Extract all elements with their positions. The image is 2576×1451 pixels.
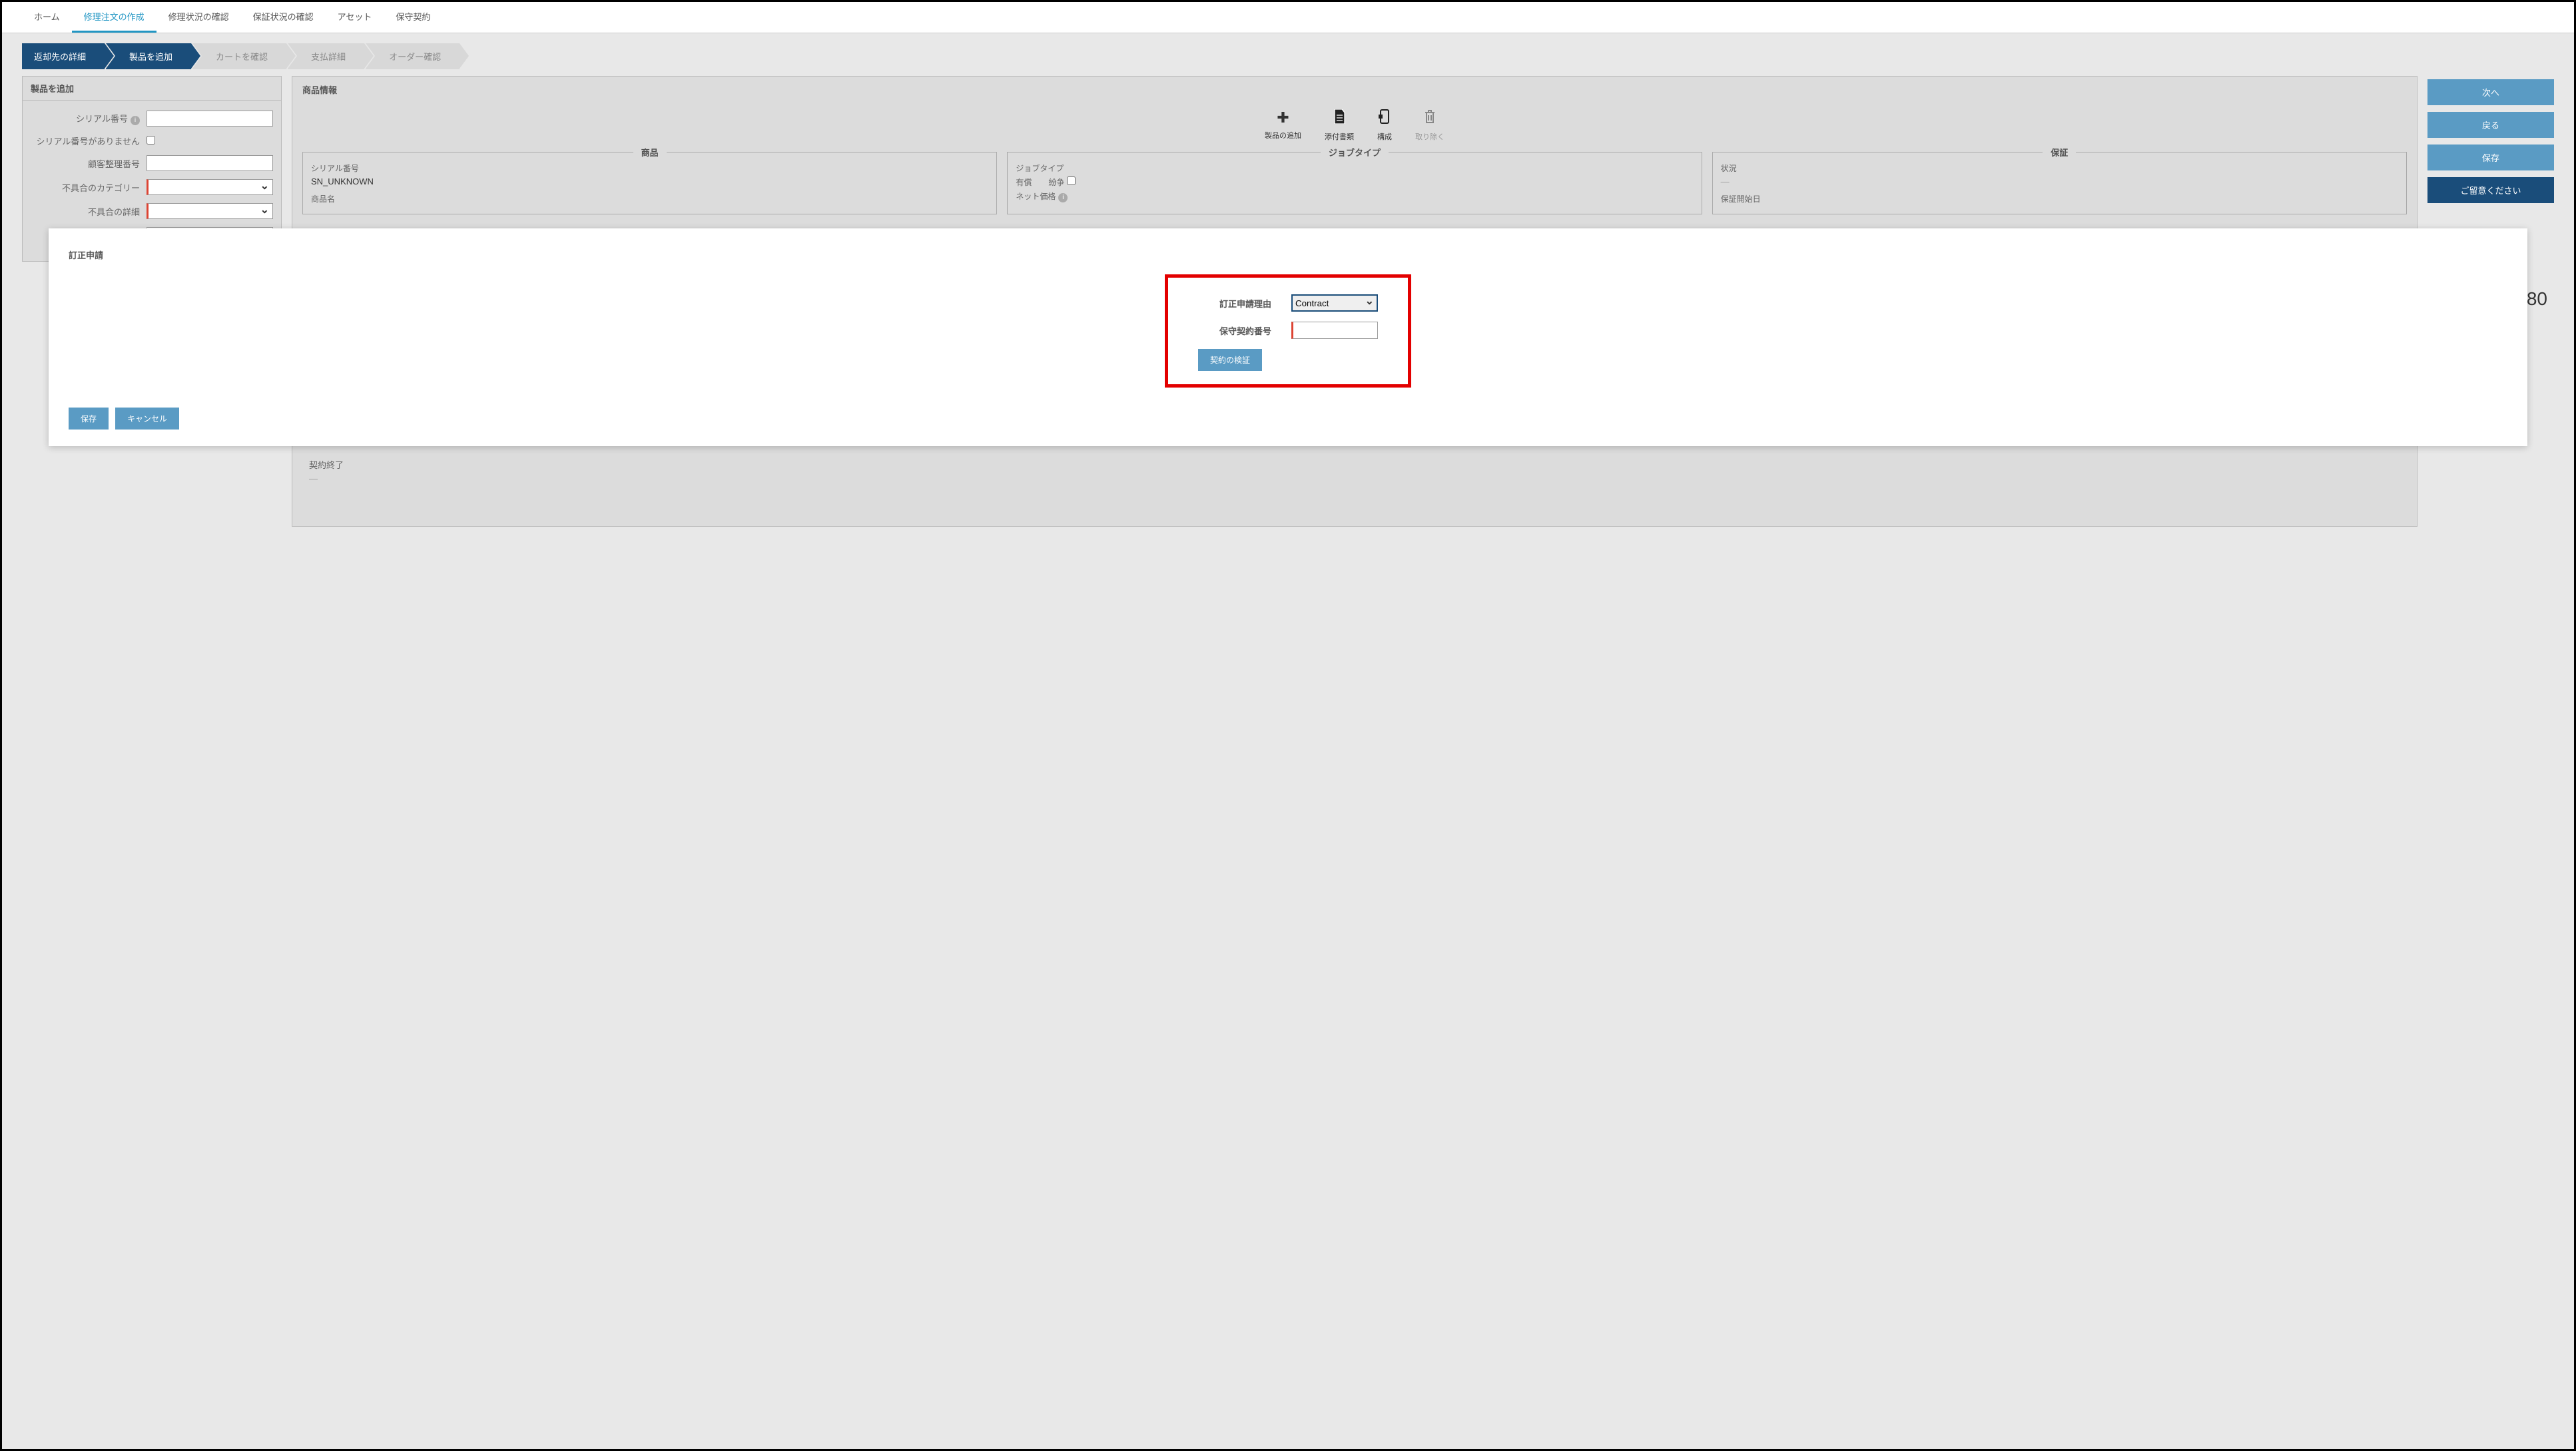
back-button[interactable]: 戻る: [2427, 112, 2554, 138]
warranty-status-label: 状況: [1721, 162, 2398, 174]
toolbar: ✚ 製品の追加 添付書類 構成: [292, 103, 2417, 152]
tool-remove[interactable]: 取り除く: [1415, 109, 1445, 142]
tool-add-product[interactable]: ✚ 製品の追加: [1265, 109, 1301, 142]
step-order-confirm: オーダー確認: [366, 43, 460, 69]
customer-ref-label: 顧客整理番号: [31, 157, 147, 170]
defect-detail-select[interactable]: [147, 203, 273, 219]
warranty-fieldset: 保証 状況 — 保証開始日: [1712, 152, 2407, 214]
warranty-legend: 保証: [2043, 146, 2076, 158]
reason-select[interactable]: Contract: [1291, 294, 1378, 312]
trash-icon: [1423, 109, 1437, 128]
customer-ref-input[interactable]: [147, 155, 273, 171]
serial-value: SN_UNKNOWN: [311, 176, 988, 186]
no-serial-label: シリアル番号がありません: [31, 135, 147, 147]
jobtype-legend: ジョブタイプ: [1321, 146, 1389, 158]
tab-maintenance-contract[interactable]: 保守契約: [384, 2, 442, 33]
verify-contract-button[interactable]: 契約の検証: [1198, 349, 1262, 371]
reason-label: 訂正申請理由: [1198, 297, 1271, 310]
tool-attachment[interactable]: 添付書類: [1325, 109, 1354, 142]
warranty-status-value: —: [1721, 176, 2398, 186]
defect-detail-label: 不具合の詳細: [31, 205, 147, 218]
info-icon[interactable]: i: [131, 116, 140, 125]
warranty-start-label: 保証開始日: [1721, 193, 2398, 204]
modal-title: 訂正申請: [69, 248, 2507, 261]
no-serial-checkbox[interactable]: [147, 136, 155, 145]
product-legend: 商品: [633, 146, 667, 158]
modal-save-button[interactable]: 保存: [69, 408, 109, 430]
jobtype-fieldset: ジョブタイプ ジョブタイプ 有償 紛争 ネット価格i: [1007, 152, 1702, 214]
plus-icon: ✚: [1277, 109, 1289, 127]
left-panel-title: 製品を追加: [23, 77, 281, 101]
contract-end-label: 契約終了: [309, 458, 988, 471]
modal-cancel-button[interactable]: キャンセル: [115, 408, 179, 430]
tab-home[interactable]: ホーム: [22, 2, 72, 33]
step-add-product[interactable]: 製品を追加: [106, 43, 191, 69]
jobtype-label: ジョブタイプ: [1016, 162, 1693, 174]
info-icon[interactable]: i: [1058, 193, 1068, 202]
config-icon: [1378, 109, 1391, 128]
tab-create-repair[interactable]: 修理注文の作成: [72, 2, 157, 33]
defect-cat-label: 不具合のカテゴリー: [31, 181, 147, 194]
netprice-label: ネット価格: [1016, 192, 1056, 201]
wizard-stepper: 返却先の詳細 製品を追加 カートを確認 支払詳細 オーダー確認: [22, 43, 2554, 69]
document-icon: [1333, 109, 1346, 128]
tab-repair-status[interactable]: 修理状況の確認: [157, 2, 241, 33]
right-panel: 次へ 戻る 保存 ご留意ください: [2427, 76, 2554, 203]
modal-highlighted-form: 訂正申請理由 Contract 保守契約番号 契約の検証: [1165, 274, 1411, 388]
nav-tabs: ホーム 修理注文の作成 修理状況の確認 保証状況の確認 アセット 保守契約: [2, 2, 2574, 33]
step-cart-confirm: カートを確認: [192, 43, 286, 69]
contract-input[interactable]: [1291, 322, 1378, 339]
serial-input[interactable]: [147, 111, 273, 127]
paid-label: 有償: [1016, 176, 1032, 188]
serial-label-main: シリアル番号: [311, 162, 988, 174]
product-fieldset: 商品 シリアル番号 SN_UNKNOWN 商品名: [302, 152, 997, 214]
dispute-checkbox[interactable]: [1067, 176, 1076, 185]
main-panel-title: 商品情報: [292, 77, 2417, 103]
notice-button[interactable]: ご留意ください: [2427, 177, 2554, 203]
dispute-label: 紛争: [1048, 178, 1064, 187]
page-number: 80: [2527, 288, 2547, 310]
step-return-detail[interactable]: 返却先の詳細: [22, 43, 105, 69]
product-name-label: 商品名: [311, 193, 988, 204]
tool-config[interactable]: 構成: [1377, 109, 1392, 142]
tab-asset[interactable]: アセット: [326, 2, 384, 33]
tab-warranty-status[interactable]: 保証状況の確認: [241, 2, 326, 33]
step-payment-detail: 支払詳細: [288, 43, 364, 69]
serial-label: シリアル番号i: [31, 112, 147, 125]
contract-label: 保守契約番号: [1198, 324, 1271, 337]
contract-end-value: —: [309, 473, 988, 483]
correction-modal: 訂正申請 訂正申請理由 Contract 保守契約番号 契約の検証 保存 キャン…: [49, 228, 2527, 446]
next-button[interactable]: 次へ: [2427, 79, 2554, 105]
save-button[interactable]: 保存: [2427, 145, 2554, 170]
defect-cat-select[interactable]: [147, 179, 273, 195]
